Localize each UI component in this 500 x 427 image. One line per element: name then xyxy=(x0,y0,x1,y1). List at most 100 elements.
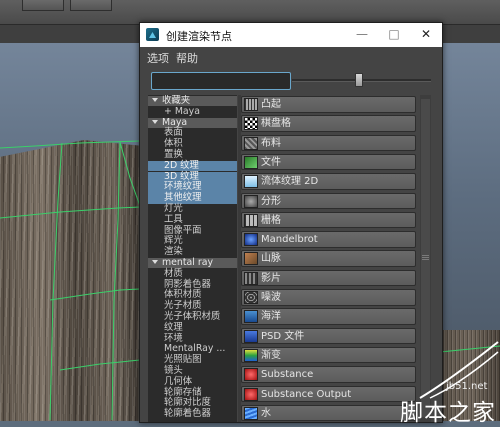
node-label: 棋盘格 xyxy=(261,118,291,130)
expand-triangle-icon[interactable] xyxy=(152,119,158,124)
tree-item[interactable]: 光照贴图 xyxy=(148,354,237,366)
tree-category-header[interactable]: mental ray xyxy=(148,257,237,269)
maximize-button[interactable]: □ xyxy=(378,23,410,47)
tree-item-label: MentalRay ... xyxy=(164,343,226,355)
maya-app-icon xyxy=(146,28,159,41)
water-icon xyxy=(244,406,258,420)
tree-item-label: 图像平面 xyxy=(164,224,202,236)
psd-file-icon xyxy=(244,329,258,343)
tree-item-label: 置换 xyxy=(164,149,183,160)
node-button[interactable]: 水 xyxy=(241,404,416,422)
tree-item[interactable]: 表面 xyxy=(148,128,237,138)
tree-item-label: 阴影着色器 xyxy=(164,278,211,290)
tree-item-label: 光照贴图 xyxy=(164,354,202,366)
tree-item[interactable]: 图像平面 xyxy=(148,224,237,236)
tree-item[interactable]: 轮廓着色器 xyxy=(148,408,237,420)
tree-item-label: 表面 xyxy=(164,127,183,139)
node-button[interactable]: 分形 xyxy=(241,192,416,210)
category-tree: 收藏夹 + Maya Maya 表面 体积 置换 2D 纹理 3D 纹理 环境纹理 其他纹理 灯光工… xyxy=(148,95,237,422)
node-button[interactable]: Substance Output xyxy=(241,385,416,403)
minimize-button[interactable]: — xyxy=(346,23,378,47)
node-button[interactable]: 流体纹理 2D xyxy=(241,173,416,190)
tree-item[interactable]: 辉光 xyxy=(148,236,237,246)
ramp-icon xyxy=(244,348,258,362)
watermark-url: jb51.net xyxy=(446,381,488,392)
tree-item-label: 几何体 xyxy=(164,375,193,387)
node-button[interactable]: 文件 xyxy=(241,153,416,171)
movie-icon xyxy=(244,271,258,285)
node-button[interactable]: PSD 文件 xyxy=(241,327,416,345)
tree-item-label: 材质 xyxy=(164,267,183,279)
tree-item-label: 光子材质 xyxy=(164,300,202,312)
slider-handle[interactable] xyxy=(355,73,363,87)
node-button[interactable]: Substance xyxy=(241,366,416,383)
tree-item-label: + Maya xyxy=(164,105,200,117)
node-label: 水 xyxy=(261,407,271,419)
grid-icon xyxy=(244,213,258,227)
tree-item-label: 辉光 xyxy=(164,235,183,247)
noise-icon xyxy=(244,291,258,304)
expand-triangle-icon[interactable] xyxy=(152,98,158,102)
tree-item-label: 环境 xyxy=(164,332,183,344)
tree-item-label: 2D 纹理 xyxy=(164,159,199,171)
node-label: 布料 xyxy=(261,137,281,149)
tree-item-label: 纹理 xyxy=(164,321,183,333)
tree-item-label: 体积材质 xyxy=(164,289,202,301)
node-button[interactable]: 噪波 xyxy=(241,289,416,306)
menu-help[interactable]: 帮助 xyxy=(176,50,198,66)
tree-item-label: 镜头 xyxy=(164,365,183,376)
scrollbar-grip-icon xyxy=(422,255,429,261)
checker-icon xyxy=(244,117,258,131)
file-icon xyxy=(244,155,258,169)
tree-item[interactable]: 镜头 xyxy=(148,365,237,376)
node-button[interactable]: 影片 xyxy=(241,269,416,287)
node-label: 渐变 xyxy=(261,349,281,361)
node-button[interactable]: 海洋 xyxy=(241,308,416,325)
tree-item-label: Maya xyxy=(162,116,188,128)
ocean-icon xyxy=(244,310,258,324)
tree-item-label: 轮廓存储 xyxy=(164,386,202,398)
tree-item-label: 轮廓着色器 xyxy=(164,408,211,420)
search-input[interactable] xyxy=(151,72,291,90)
fractal-icon xyxy=(244,194,258,208)
tree-item[interactable]: 光子体积材质 xyxy=(148,311,237,322)
title-bar[interactable]: 创建渲染节点 — □ ✕ xyxy=(140,23,442,47)
node-button[interactable]: 凸起 xyxy=(241,96,416,113)
tree-category-header[interactable]: Maya xyxy=(148,116,237,128)
create-render-node-dialog: 创建渲染节点 — □ ✕ 选项 帮助 收藏夹 + Maya Maya 表面 体积 置换 2D… xyxy=(139,22,443,423)
tree-item-label: 灯光 xyxy=(164,203,183,214)
tree-item-label: mental ray xyxy=(162,257,213,268)
fluid-texture-icon xyxy=(244,175,258,189)
bump-icon xyxy=(244,98,258,111)
node-label: 海洋 xyxy=(261,311,281,323)
node-label: Substance xyxy=(261,369,314,381)
node-button[interactable]: 棋盘格 xyxy=(241,115,416,132)
node-button[interactable]: 栅格 xyxy=(241,211,416,229)
close-button[interactable]: ✕ xyxy=(410,23,442,47)
node-label: Mandelbrot xyxy=(261,234,318,246)
cloth-icon xyxy=(244,136,258,150)
tree-item[interactable]: 体积 xyxy=(148,138,237,150)
node-label: 凸起 xyxy=(261,99,281,110)
window-title: 创建渲染节点 xyxy=(166,30,232,43)
expand-triangle-icon[interactable] xyxy=(152,260,158,264)
tree-item-label: 工具 xyxy=(164,213,183,225)
tree-item-label: 光子体积材质 xyxy=(164,311,221,322)
node-label: PSD 文件 xyxy=(261,330,305,342)
tree-item[interactable]: 其他纹理 xyxy=(148,192,237,204)
tree-item[interactable]: 灯光 xyxy=(148,203,237,214)
node-label: 山脉 xyxy=(261,253,281,265)
node-label: 影片 xyxy=(261,272,281,284)
node-button[interactable]: 布料 xyxy=(241,134,416,152)
menu-options[interactable]: 选项 xyxy=(147,50,169,66)
node-button[interactable]: 渐变 xyxy=(241,346,416,364)
node-label: 流体纹理 2D xyxy=(261,176,319,188)
node-button[interactable]: Mandelbrot xyxy=(241,231,416,248)
tree-item-label: 轮廓对比度 xyxy=(164,397,211,409)
tree-item[interactable]: 纹理 xyxy=(148,321,237,333)
tree-item-label: 渲染 xyxy=(164,246,183,258)
mandelbrot-icon xyxy=(244,233,258,247)
node-button[interactable]: 山脉 xyxy=(241,250,416,267)
tree-item-label: 体积 xyxy=(164,138,183,150)
node-list: 凸起棋盘格布料文件流体纹理 2D 分形 栅格 Mandelbrot 山脉影片噪波海洋 PS… xyxy=(241,95,418,422)
